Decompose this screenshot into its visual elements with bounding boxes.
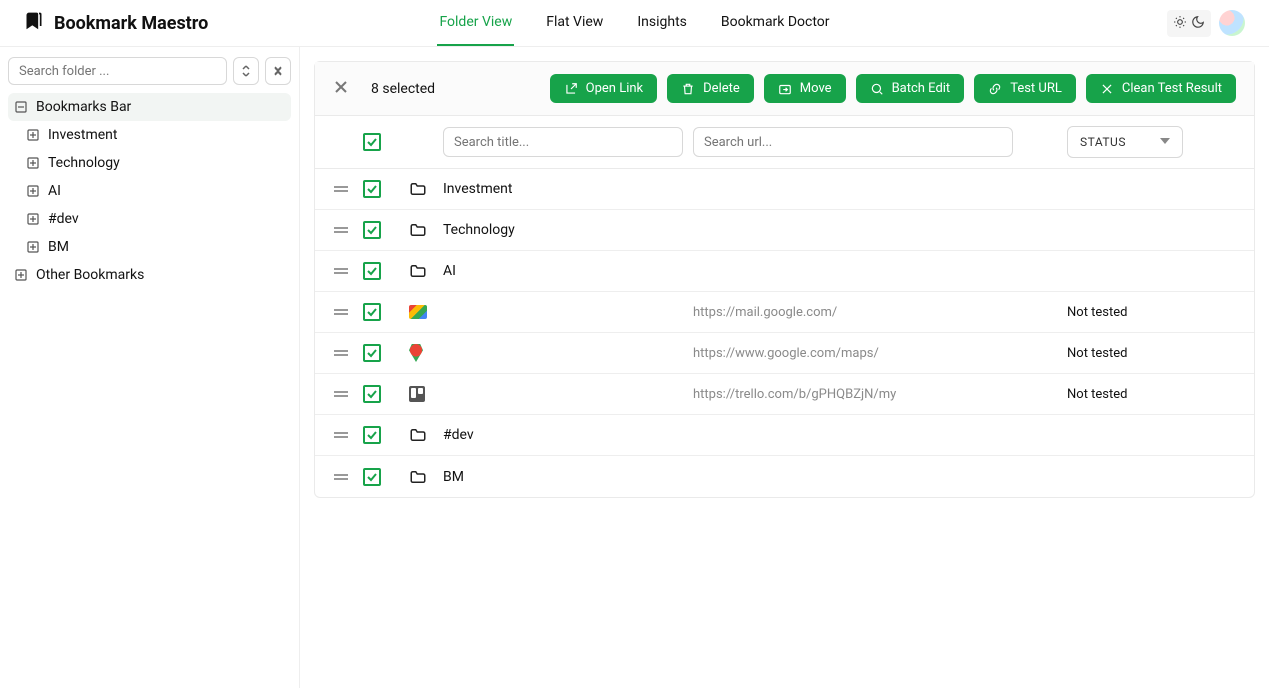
maps-favicon (409, 344, 423, 362)
tree-technology[interactable]: Technology (8, 149, 291, 177)
table-row[interactable]: BM (315, 456, 1254, 497)
expand-icon (26, 240, 40, 254)
expand-icon (26, 212, 40, 226)
row-icon (409, 426, 443, 444)
tree-label: BM (48, 239, 69, 255)
row-title: BM (443, 469, 693, 485)
drag-handle[interactable] (333, 348, 363, 358)
row-icon (409, 305, 443, 319)
table-row[interactable]: #dev (315, 415, 1254, 456)
search-title-input[interactable] (443, 127, 683, 157)
app-title: Bookmark Maestro (54, 13, 208, 34)
drag-handle[interactable] (333, 184, 363, 194)
nav-insights[interactable]: Insights (635, 0, 689, 46)
selection-count: 8 selected (371, 81, 435, 97)
nav-bookmark-doctor[interactable]: Bookmark Doctor (719, 0, 832, 46)
chevron-down-icon (1160, 135, 1170, 149)
row-title: Investment (443, 181, 693, 197)
tree-label: #dev (48, 211, 79, 227)
trello-favicon (409, 386, 425, 402)
deselect-button[interactable] (333, 79, 349, 99)
tree-investment[interactable]: Investment (8, 121, 291, 149)
row-url: https://mail.google.com/ (693, 305, 1019, 320)
expand-icon (14, 268, 28, 282)
row-title: #dev (443, 427, 693, 443)
table-row[interactable]: https://trello.com/b/gPHQBZjN/my Not test… (315, 374, 1254, 415)
row-url: https://www.google.com/maps/ (693, 346, 1019, 361)
expand-icon (26, 184, 40, 198)
tree-bm[interactable]: BM (8, 233, 291, 261)
delete-button[interactable]: Delete (667, 74, 754, 103)
row-checkbox[interactable] (363, 180, 381, 198)
row-icon (409, 468, 443, 486)
status-filter[interactable]: STATUS (1067, 126, 1183, 158)
bookmark-logo-icon (24, 11, 44, 35)
theme-toggle[interactable] (1167, 10, 1211, 37)
row-icon (409, 180, 443, 198)
moon-icon (1191, 14, 1205, 33)
row-checkbox[interactable] (363, 385, 381, 403)
expand-icon (26, 128, 40, 142)
test-url-button[interactable]: Test URL (974, 74, 1076, 103)
row-icon (409, 344, 443, 362)
open-link-button[interactable]: Open Link (550, 74, 657, 103)
tree-label: Bookmarks Bar (36, 99, 131, 115)
batch-edit-button[interactable]: Batch Edit (856, 74, 965, 103)
row-checkbox[interactable] (363, 426, 381, 444)
sun-icon (1173, 14, 1187, 33)
sort-button[interactable] (233, 57, 259, 85)
row-status: Not tested (1067, 305, 1227, 320)
drag-handle[interactable] (333, 225, 363, 235)
row-title: AI (443, 263, 693, 279)
row-title: Technology (443, 222, 693, 238)
row-checkbox[interactable] (363, 221, 381, 239)
table-row[interactable]: Technology (315, 210, 1254, 251)
row-status: Not tested (1067, 346, 1227, 361)
row-icon (409, 386, 443, 402)
collapse-icon (14, 100, 28, 114)
table-row[interactable]: Investment (315, 169, 1254, 210)
select-all-checkbox[interactable] (363, 133, 381, 151)
user-avatar[interactable] (1219, 10, 1245, 36)
tree-other-bookmarks[interactable]: Other Bookmarks (8, 261, 291, 289)
tree-label: AI (48, 183, 61, 199)
tree-ai[interactable]: AI (8, 177, 291, 205)
drag-handle[interactable] (333, 430, 363, 440)
gmail-favicon (409, 305, 427, 319)
row-checkbox[interactable] (363, 303, 381, 321)
tree-label: Technology (48, 155, 120, 171)
row-icon (409, 221, 443, 239)
row-checkbox[interactable] (363, 468, 381, 486)
row-icon (409, 262, 443, 280)
row-checkbox[interactable] (363, 344, 381, 362)
drag-handle[interactable] (333, 307, 363, 317)
search-folder-input[interactable] (8, 57, 227, 85)
row-status: Not tested (1067, 387, 1227, 402)
collapse-button[interactable] (265, 57, 291, 85)
row-url: https://trello.com/b/gPHQBZjN/my (693, 387, 1019, 402)
tree-label: Investment (48, 127, 117, 143)
expand-icon (26, 156, 40, 170)
tree-dev[interactable]: #dev (8, 205, 291, 233)
tree-label: Other Bookmarks (36, 267, 144, 283)
table-row[interactable]: AI (315, 251, 1254, 292)
clean-test-button[interactable]: Clean Test Result (1086, 74, 1236, 103)
drag-handle[interactable] (333, 472, 363, 482)
row-checkbox[interactable] (363, 262, 381, 280)
tree-bookmarks-bar[interactable]: Bookmarks Bar (8, 93, 291, 121)
table-row[interactable]: https://www.google.com/maps/Not tested (315, 333, 1254, 374)
table-row[interactable]: https://mail.google.com/Not tested (315, 292, 1254, 333)
move-button[interactable]: Move (764, 74, 846, 103)
drag-handle[interactable] (333, 389, 363, 399)
search-url-input[interactable] (693, 127, 1013, 157)
drag-handle[interactable] (333, 266, 363, 276)
nav-folder-view[interactable]: Folder View (437, 0, 514, 46)
nav-flat-view[interactable]: Flat View (544, 0, 605, 46)
